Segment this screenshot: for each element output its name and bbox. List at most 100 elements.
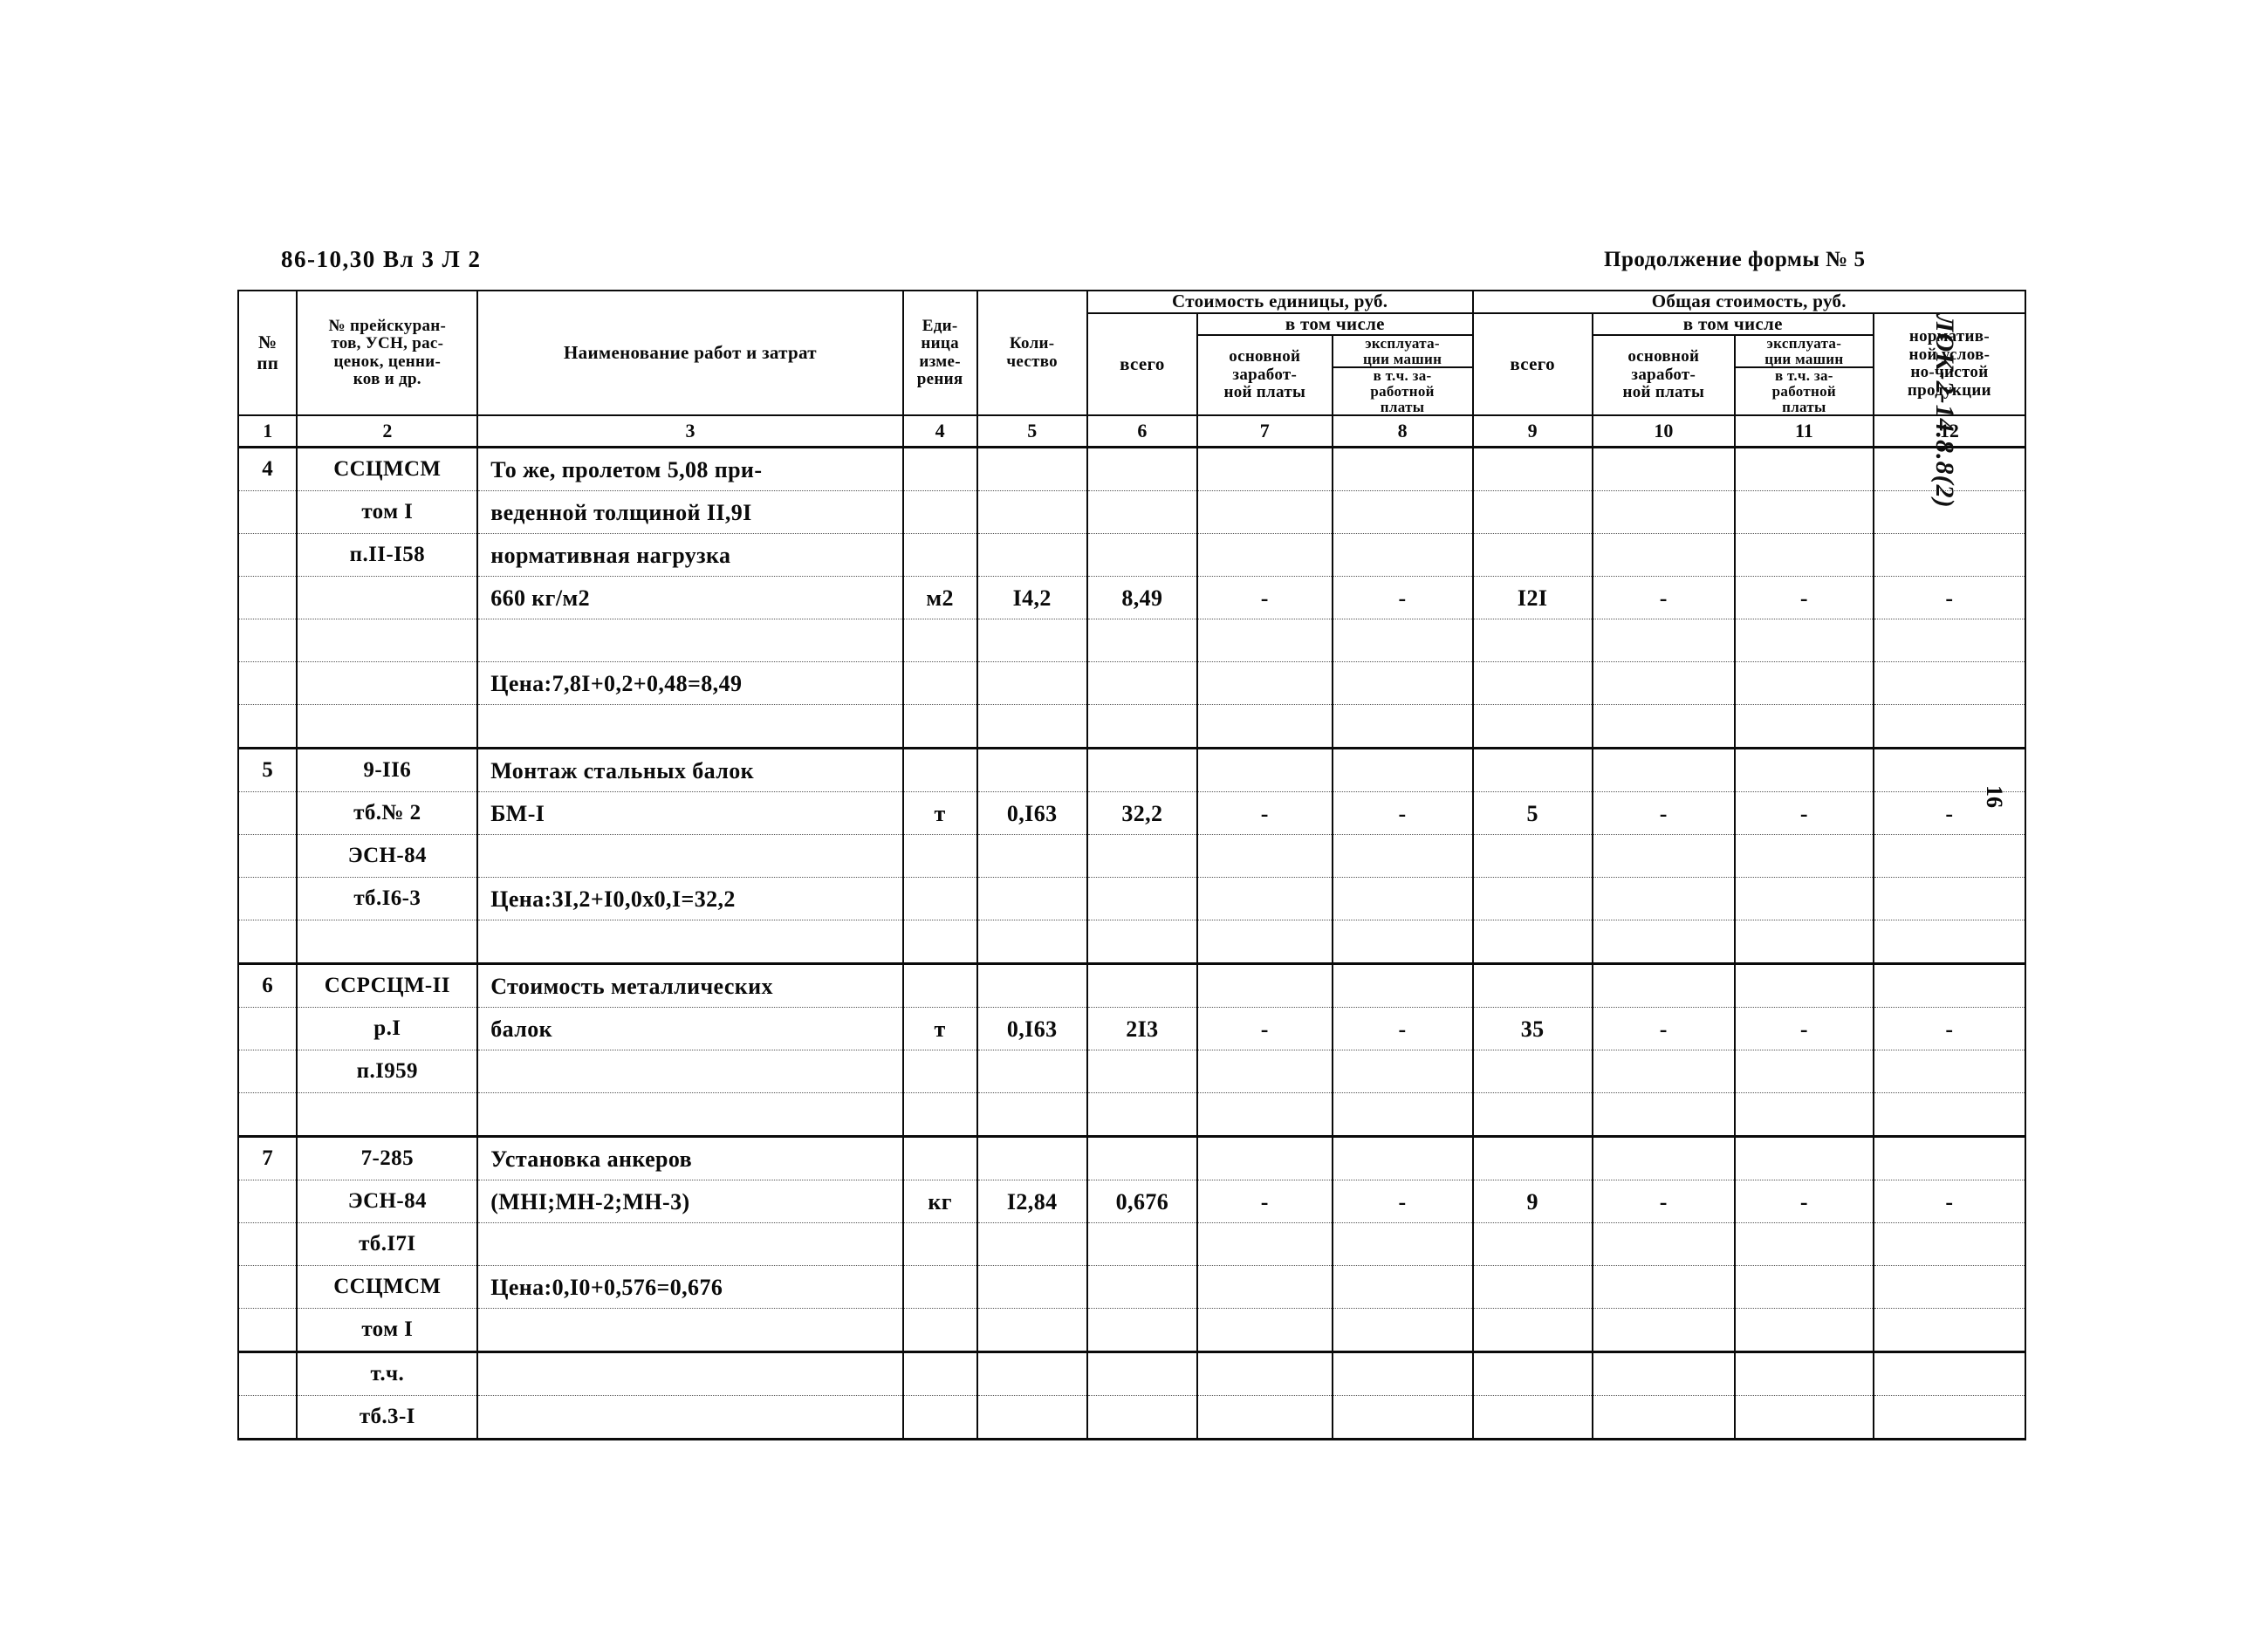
table-row: Цена:7,8I+0,2+0,48=8,49 xyxy=(236,661,2027,706)
column-number-4: 4 xyxy=(901,414,978,449)
cell-r12-c1: 6 xyxy=(236,962,298,1009)
cell-r14-c2: п.I959 xyxy=(296,1050,479,1094)
cell-r3-c7: - xyxy=(1196,576,1333,620)
cell-r4-c11 xyxy=(1733,619,1874,663)
cell-r19-c5 xyxy=(976,1265,1088,1310)
cell-r1-c3: веденной толщиной II,9I xyxy=(476,490,904,535)
cell-r8-c7: - xyxy=(1196,791,1333,836)
estimate-table: № пп № прейскуран- тов, УСН, рас- ценок,… xyxy=(236,289,2027,1441)
cell-r10-c11 xyxy=(1733,877,1874,921)
cell-r14-c12 xyxy=(1872,1050,2027,1094)
margin-handwritten-note: ЛОК-2-14.8.8(2) xyxy=(1930,314,1959,509)
cell-r4-c1 xyxy=(236,619,298,663)
cell-r18-c12 xyxy=(1872,1222,2027,1267)
document-header-right: Продолжение формы № 5 xyxy=(1604,248,1866,271)
cell-r4-c9 xyxy=(1471,619,1593,663)
cell-r9-c7 xyxy=(1196,834,1333,879)
estimate-table-wrapper: № пп № прейскуран- тов, УСН, рас- ценок,… xyxy=(236,289,2027,1441)
cell-r18-c4 xyxy=(901,1222,978,1267)
cell-r0-c1: 4 xyxy=(236,446,298,492)
cell-r2-c3: нормативная нагрузка xyxy=(476,533,904,578)
cell-r7-c7 xyxy=(1196,747,1333,793)
th-unit-cost-total: всего xyxy=(1086,311,1199,417)
cell-r12-c9 xyxy=(1471,962,1593,1009)
cell-r13-c12: - xyxy=(1872,1007,2027,1051)
cell-r22-c4 xyxy=(901,1395,978,1441)
cell-r18-c2: тб.I7I xyxy=(296,1222,479,1267)
cell-r12-c11 xyxy=(1733,962,1874,1009)
cell-r3-c6: 8,49 xyxy=(1086,576,1199,620)
cell-r7-c8 xyxy=(1331,747,1474,793)
cell-r0-c7 xyxy=(1196,446,1333,492)
cell-r22-c2: тб.3-I xyxy=(296,1395,479,1441)
column-number-11: 11 xyxy=(1733,414,1874,449)
cell-r4-c10 xyxy=(1591,619,1736,663)
cell-r3-c11: - xyxy=(1733,576,1874,620)
column-number-row: 1 2 3 4 5 6 7 8 9 10 11 12 xyxy=(236,414,2027,449)
cell-r13-c3: балок xyxy=(476,1007,904,1051)
cell-r5-c3: Цена:7,8I+0,2+0,48=8,49 xyxy=(476,661,904,706)
cell-r2-c4 xyxy=(901,533,978,578)
cell-r9-c4 xyxy=(901,834,978,879)
cell-r18-c11 xyxy=(1733,1222,1874,1267)
cell-r6-c1 xyxy=(236,704,298,750)
cell-r14-c6 xyxy=(1086,1050,1199,1094)
cell-r2-c10 xyxy=(1591,533,1736,578)
cell-r17-c5: I2,84 xyxy=(976,1180,1088,1224)
cell-r11-c2 xyxy=(296,920,479,966)
cell-r12-c3: Стоимость металлических xyxy=(476,962,904,1009)
cell-r13-c2: р.I xyxy=(296,1007,479,1051)
cell-r16-c3: Установка анкеров xyxy=(476,1135,904,1181)
cell-r20-c5 xyxy=(976,1308,1088,1354)
cell-r21-c5 xyxy=(976,1351,1088,1397)
cell-r22-c11 xyxy=(1733,1395,1874,1441)
cell-r11-c11 xyxy=(1733,920,1874,966)
cell-r2-c7 xyxy=(1196,533,1333,578)
cell-r17-c11: - xyxy=(1733,1180,1874,1224)
cell-r3-c4: м2 xyxy=(901,576,978,620)
cell-r20-c1 xyxy=(236,1308,298,1354)
cell-r5-c10 xyxy=(1591,661,1736,706)
th-total-cost-total: всего xyxy=(1471,311,1593,417)
cell-r17-c4: кг xyxy=(901,1180,978,1224)
th-total-machine-operation: эксплуата- ции машин в т.ч. за- работной… xyxy=(1733,334,1874,417)
cell-r0-c9 xyxy=(1471,446,1593,492)
cell-r4-c5 xyxy=(976,619,1088,663)
cell-r13-c10: - xyxy=(1591,1007,1736,1051)
cell-r20-c2: том I xyxy=(296,1308,479,1354)
cell-r12-c10 xyxy=(1591,962,1736,1009)
table-row: том Iведенной толщиной II,9I xyxy=(236,490,2027,535)
cell-r17-c1 xyxy=(236,1180,298,1224)
cell-r12-c5 xyxy=(976,962,1088,1009)
cell-r2-c6 xyxy=(1086,533,1199,578)
cell-r17-c6: 0,676 xyxy=(1086,1180,1199,1224)
cell-r21-c10 xyxy=(1591,1351,1736,1397)
cell-r16-c8 xyxy=(1331,1135,1474,1181)
cell-r1-c11 xyxy=(1733,490,1874,535)
cell-r15-c1 xyxy=(236,1092,298,1139)
header-row-1: № пп № прейскуран- тов, УСН, рас- ценок,… xyxy=(236,289,2027,417)
table-row: т.ч. xyxy=(236,1351,2027,1397)
cell-r11-c8 xyxy=(1331,920,1474,966)
cell-r20-c10 xyxy=(1591,1308,1736,1354)
cell-r6-c10 xyxy=(1591,704,1736,750)
cell-r11-c6 xyxy=(1086,920,1199,966)
cell-r9-c3 xyxy=(476,834,904,879)
cell-r9-c1 xyxy=(236,834,298,879)
column-number-7: 7 xyxy=(1196,414,1333,449)
cell-r10-c10 xyxy=(1591,877,1736,921)
cell-r5-c11 xyxy=(1733,661,1874,706)
column-number-2: 2 xyxy=(296,414,479,449)
cell-r21-c2: т.ч. xyxy=(296,1351,479,1397)
cell-r13-c1 xyxy=(236,1007,298,1051)
cell-r19-c1 xyxy=(236,1265,298,1310)
cell-r19-c12 xyxy=(1872,1265,2027,1310)
cell-r19-c8 xyxy=(1331,1265,1474,1310)
cell-r6-c11 xyxy=(1733,704,1874,750)
cell-r16-c4 xyxy=(901,1135,978,1181)
th-total-basic-wage: основной заработ- ной платы xyxy=(1591,334,1736,417)
table-row: п.I959 xyxy=(236,1050,2027,1094)
th-unit-machine-operation: эксплуата- ции машин в т.ч. за- работной… xyxy=(1331,334,1474,417)
table-row: 5 9-II6 Монтаж стальных балок xyxy=(236,747,2027,793)
cell-r11-c1 xyxy=(236,920,298,966)
